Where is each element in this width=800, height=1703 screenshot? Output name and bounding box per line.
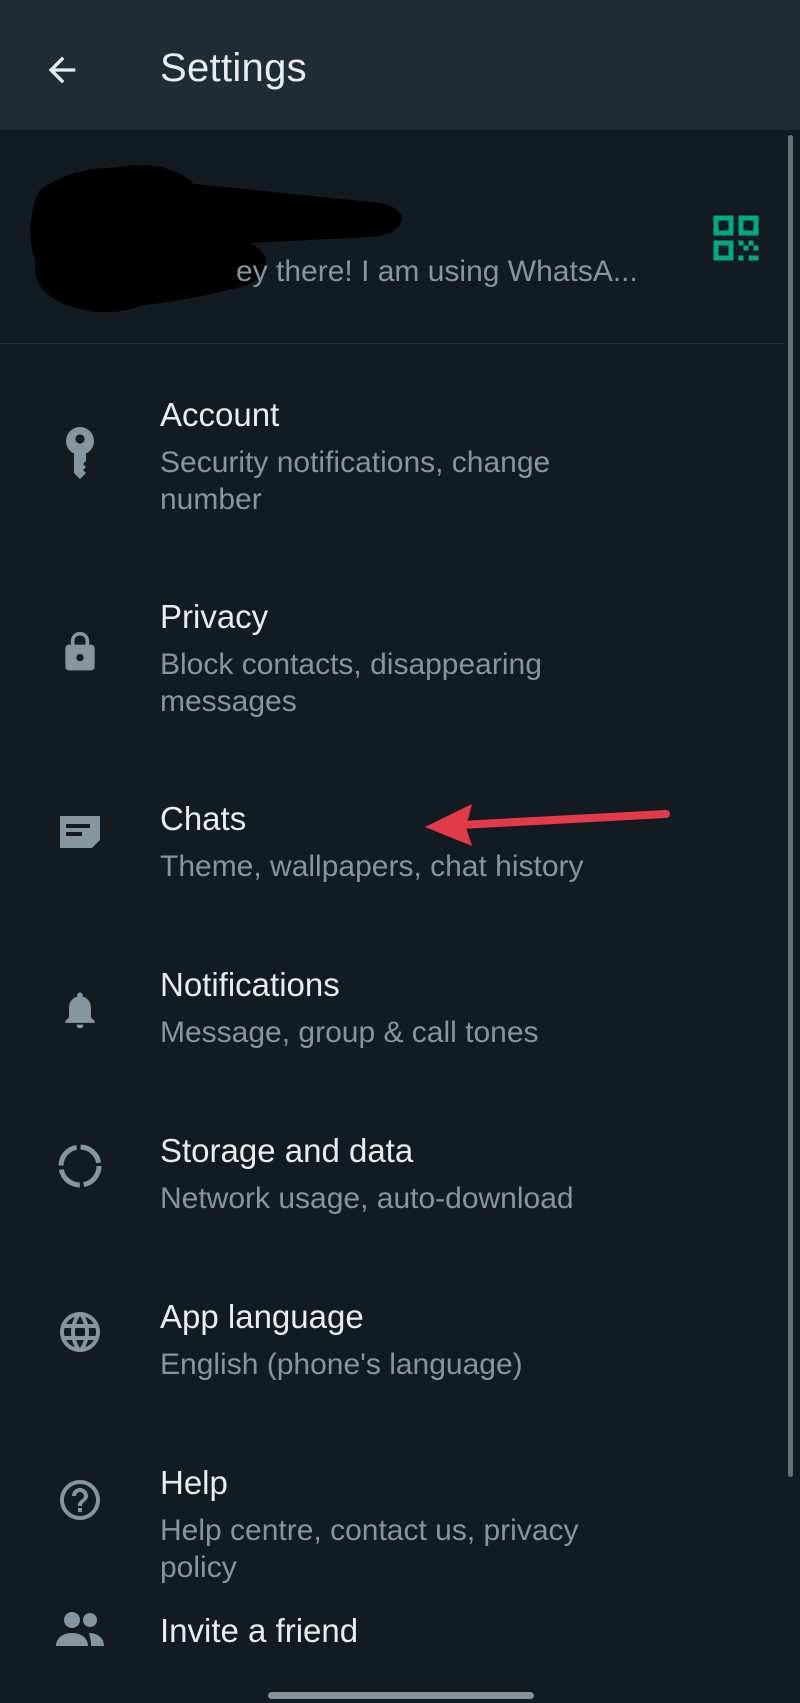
settings-item-app-language[interactable]: App language English (phone's language) <box>0 1252 784 1412</box>
settings-item-label: App language <box>160 1298 364 1335</box>
settings-item-label: Privacy <box>160 598 269 635</box>
settings-item-subtitle: English (phone's language) <box>160 1348 523 1381</box>
globe-icon <box>52 1304 108 1360</box>
people-icon <box>52 1602 108 1658</box>
settings-item-subtitle: Theme, wallpapers, chat history <box>160 850 584 883</box>
settings-item-subtitle: Security notifications, change number <box>160 446 551 516</box>
help-icon <box>52 1472 108 1528</box>
bell-icon <box>52 982 108 1038</box>
settings-item-label: Help <box>160 1464 228 1501</box>
storage-circle-icon <box>52 1138 108 1194</box>
settings-item-label: Account <box>160 396 280 433</box>
settings-item-label: Chats <box>160 800 247 837</box>
settings-item-label: Invite a friend <box>160 1612 359 1649</box>
lock-icon <box>52 624 108 680</box>
settings-item-label: Storage and data <box>160 1132 414 1169</box>
chat-icon <box>52 804 108 860</box>
arrow-left-icon <box>48 56 76 84</box>
profile-divider <box>0 343 784 344</box>
settings-item-subtitle: Message, group & call tones <box>160 1016 539 1049</box>
settings-item-subtitle: Block contacts, disappearing messages <box>160 648 542 718</box>
settings-item-account[interactable]: Account Security notifications, change n… <box>0 350 784 550</box>
settings-item-subtitle: Network usage, auto-download <box>160 1182 574 1215</box>
settings-item-subtitle: Help centre, contact us, privacy policy <box>160 1514 579 1584</box>
qr-code-button[interactable] <box>706 208 766 268</box>
settings-item-help[interactable]: Help Help centre, contact us, privacy po… <box>0 1418 784 1584</box>
scrollbar[interactable] <box>788 135 793 1477</box>
back-button[interactable] <box>36 44 88 96</box>
settings-item-storage[interactable]: Storage and data Network usage, auto-dow… <box>0 1086 784 1246</box>
annotation-arrow <box>425 804 670 846</box>
app-bar: Settings <box>0 0 800 130</box>
qr-code-icon <box>713 215 759 261</box>
page-title: Settings <box>160 46 307 90</box>
profile-status: ey there! I am using WhatsA... <box>236 255 638 288</box>
key-icon <box>52 424 108 480</box>
settings-item-label: Notifications <box>160 966 340 1003</box>
redaction-scribble <box>30 165 402 312</box>
settings-item-notifications[interactable]: Notifications Message, group & call tone… <box>0 920 784 1080</box>
settings-item-invite-friend[interactable]: Invite a friend <box>0 1584 784 1684</box>
settings-item-privacy[interactable]: Privacy Block contacts, disappearing mes… <box>0 552 784 752</box>
home-indicator[interactable] <box>268 1692 534 1699</box>
